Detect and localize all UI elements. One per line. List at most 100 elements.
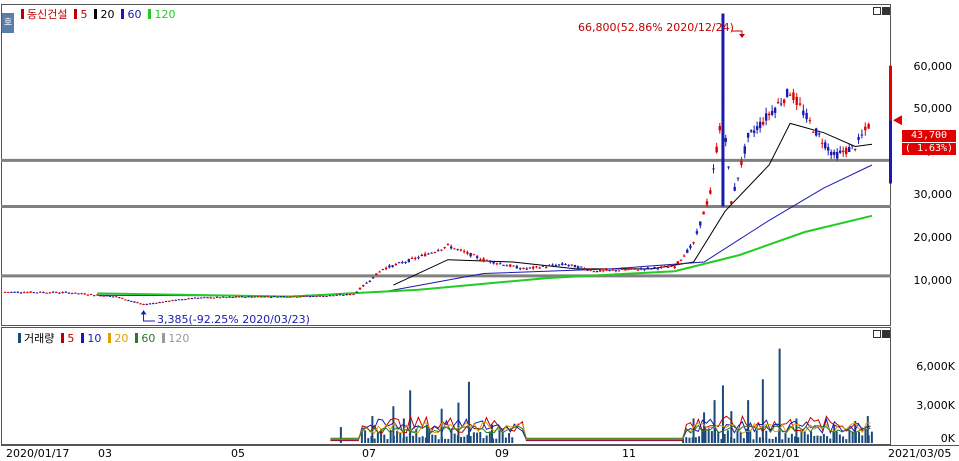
candle-body <box>636 269 640 271</box>
volume-bar <box>768 438 771 443</box>
candle-body <box>611 269 614 271</box>
vol-ma60-label: 60 <box>141 331 156 345</box>
x-tick-label: 05 <box>231 447 245 460</box>
candle-body <box>489 260 492 263</box>
volume-bar <box>848 430 851 443</box>
volume-bar <box>456 435 459 443</box>
candle-body <box>509 264 512 267</box>
candle-body <box>203 297 206 299</box>
volume-maximize-button[interactable] <box>882 330 890 338</box>
candle-body <box>384 267 388 270</box>
candle-body <box>302 295 305 297</box>
candle-body <box>499 263 502 265</box>
legend-swatch <box>94 9 98 19</box>
high-arrow-head <box>739 34 745 38</box>
candle-body <box>77 293 80 295</box>
volume-bar <box>453 433 456 443</box>
candle-body <box>139 303 142 305</box>
candle-body <box>16 291 20 293</box>
candle-body <box>475 256 479 258</box>
y-tick-label: 50,000 <box>913 102 953 115</box>
volume-bar <box>463 436 466 443</box>
candle-body <box>676 261 680 264</box>
candle-body <box>19 292 23 294</box>
candle-body <box>352 294 355 296</box>
candle-body <box>740 160 743 165</box>
legend-swatch <box>148 9 152 19</box>
candle-body <box>598 269 602 272</box>
candle-body <box>848 147 851 152</box>
volume-bar <box>822 433 825 443</box>
candle-body <box>580 266 583 268</box>
stock-chart[interactable] <box>0 0 959 461</box>
volume-bar <box>813 435 816 443</box>
volume-bar <box>373 438 376 443</box>
ma-line-120 <box>97 214 873 298</box>
candle-body <box>295 296 299 298</box>
candle-body <box>679 259 683 261</box>
candle-body <box>830 151 833 156</box>
volume-bar <box>399 432 402 443</box>
candle-body <box>89 294 93 296</box>
price-restore-button[interactable] <box>873 7 881 15</box>
candle-body <box>773 107 777 113</box>
candle-body <box>423 253 427 257</box>
volume-bar <box>688 437 691 443</box>
candle-body <box>456 249 459 251</box>
candle-body <box>617 270 621 272</box>
volume-bar <box>803 431 806 443</box>
volume-bar <box>511 437 514 443</box>
volume-bar <box>492 438 495 443</box>
candle-body <box>394 263 398 265</box>
candle-body <box>548 265 551 267</box>
candle-body <box>845 147 848 155</box>
volume-bar <box>733 438 736 443</box>
vol-ma5-label: 5 <box>67 331 75 345</box>
candle-body <box>430 252 433 254</box>
candle-body <box>673 266 676 268</box>
volume-bar <box>867 435 870 443</box>
candle-body <box>824 142 827 149</box>
candle-body <box>45 292 48 294</box>
candle-body <box>851 145 854 147</box>
candle-body <box>857 136 860 140</box>
candle-body <box>821 142 824 144</box>
side-tab[interactable]: 호 <box>2 13 14 33</box>
x-tick-label: 09 <box>495 447 509 460</box>
candle-body <box>702 211 705 215</box>
candle-body <box>522 267 525 270</box>
candle-body <box>99 295 102 297</box>
volume-bar <box>752 439 755 443</box>
price-maximize-button[interactable] <box>882 7 890 15</box>
candle-body <box>695 231 699 234</box>
x-tick-label: 2020/01/17 <box>6 447 70 460</box>
candle-body <box>414 257 417 259</box>
volume-y-tick-label: 3,000K <box>916 399 955 412</box>
candle-body <box>155 302 158 304</box>
volume-bar <box>726 430 729 443</box>
candle-body <box>592 271 596 273</box>
candle-body <box>305 295 309 297</box>
candle-body <box>362 285 365 287</box>
candle-body <box>670 265 673 267</box>
candle-body <box>770 110 774 115</box>
candle-body <box>225 297 228 299</box>
volume-restore-button[interactable] <box>873 330 881 338</box>
candle-body <box>557 264 561 266</box>
volume-bar <box>434 435 437 443</box>
candle-body <box>206 297 209 299</box>
volume-bar <box>762 437 765 443</box>
candle-body <box>614 270 618 272</box>
volume-bar <box>742 438 745 443</box>
candle-body <box>730 201 733 205</box>
candle-body <box>692 242 695 244</box>
candle-body <box>660 266 663 268</box>
candle-body <box>269 296 273 298</box>
candle-body <box>842 150 845 153</box>
candle-body <box>605 269 608 271</box>
candle-body <box>699 221 702 226</box>
candle-body <box>743 146 746 154</box>
candle-body <box>833 151 836 155</box>
volume-bar <box>749 429 752 443</box>
volume-bar <box>761 379 764 443</box>
